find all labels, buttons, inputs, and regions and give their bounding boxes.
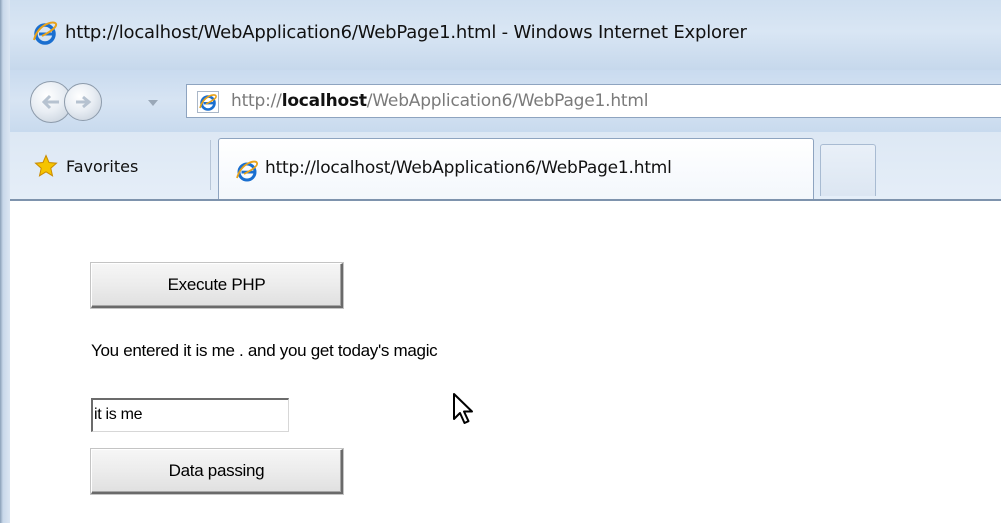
ie-icon: [236, 160, 258, 182]
page-content: Execute PHP You entered it is me . and y…: [10, 201, 1001, 523]
title-bar: http://localhost/WebApplication6/WebPage…: [10, 0, 1001, 70]
toolbar-separator: [210, 140, 211, 190]
recent-pages-dropdown-icon[interactable]: [146, 98, 160, 108]
data-passing-button[interactable]: Data passing: [91, 449, 343, 494]
page-ie-icon: [197, 91, 219, 113]
ie-icon: [33, 21, 58, 45]
tab-webpage1[interactable]: http://localhost/WebApplication6/WebPage…: [218, 138, 814, 200]
forward-button[interactable]: [64, 83, 102, 121]
favorites-label: Favorites: [66, 156, 139, 176]
back-arrow-icon: [41, 94, 59, 110]
forward-arrow-icon: [76, 95, 92, 109]
new-tab-button[interactable]: [820, 144, 876, 196]
navigation-bar: http://localhost/WebApplication6/WebPage…: [10, 70, 1001, 132]
result-text: You entered it is me . and you get today…: [91, 341, 438, 360]
window-title: http://localhost/WebApplication6/WebPage…: [65, 22, 747, 43]
favorites-button[interactable]: Favorites: [34, 152, 138, 180]
url-path: /WebApplication6/WebPage1.html: [366, 91, 649, 111]
tab-label: http://localhost/WebApplication6/WebPage…: [265, 158, 672, 178]
mouse-pointer-icon: [453, 393, 473, 424]
window-left-border: [0, 0, 10, 523]
address-bar[interactable]: http://localhost/WebApplication6/WebPage…: [186, 84, 1001, 118]
url-host: localhost: [281, 91, 367, 111]
address-url[interactable]: http://localhost/WebApplication6/WebPage…: [231, 91, 648, 111]
execute-php-button[interactable]: Execute PHP: [91, 263, 343, 308]
browser-window: http://localhost/WebApplication6/WebPage…: [0, 0, 1001, 523]
text-input[interactable]: it is me: [91, 398, 289, 432]
tab-bar: Favorites http://localhost/WebApplicatio…: [10, 132, 1001, 200]
url-scheme: http://: [231, 91, 282, 111]
star-icon: [34, 154, 58, 177]
